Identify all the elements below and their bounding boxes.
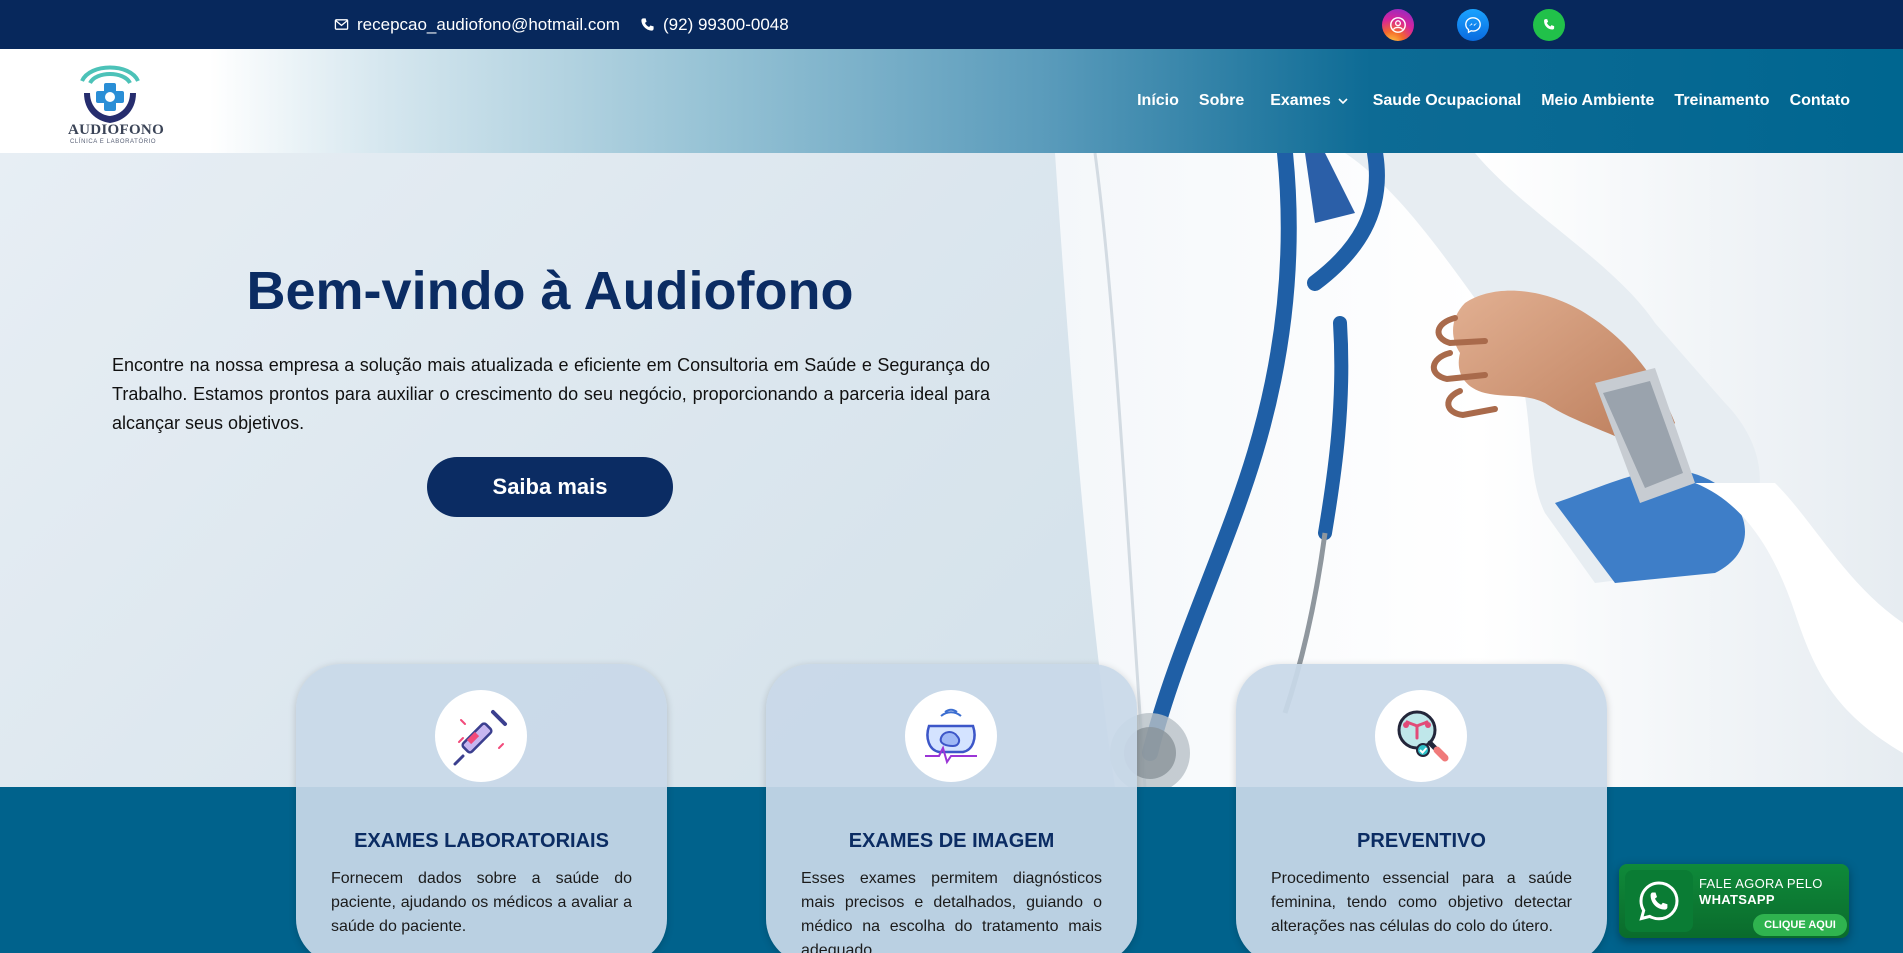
nav-label[interactable]: Início xyxy=(1137,92,1179,110)
ultrasound-icon xyxy=(905,690,997,782)
nav-label[interactable]: Sobre xyxy=(1199,92,1244,110)
mail-icon xyxy=(334,19,349,30)
nav-label[interactable]: Saude Ocupacional xyxy=(1373,92,1521,110)
nav-label[interactable]: Treinamento xyxy=(1674,92,1769,110)
phone-contact[interactable]: (92) 99300-0048 xyxy=(640,0,789,49)
phone-text[interactable]: (92) 99300-0048 xyxy=(663,15,789,35)
nav-sobre[interactable]: Sobre xyxy=(1189,92,1254,110)
chevron-down-icon[interactable] xyxy=(1337,95,1349,107)
phone-icon xyxy=(641,18,654,31)
whatsapp-icon[interactable] xyxy=(1533,9,1565,41)
card-title: EXAMES DE IMAGEM xyxy=(848,830,1055,852)
nav-contato[interactable]: Contato xyxy=(1780,92,1860,110)
card-description: Esses exames permitem diagnósticos mais … xyxy=(801,870,1102,953)
nav-label[interactable]: Meio Ambiente xyxy=(1541,92,1654,110)
logo-subtitle: CLÍNICA E LABORATÓRIO xyxy=(70,139,157,145)
messenger-icon[interactable] xyxy=(1457,9,1489,41)
main-nav: Início Sobre Exames Saude Ocupacional Me… xyxy=(1127,49,1860,153)
clique-aqui-button[interactable]: CLIQUE AQUI xyxy=(1753,914,1847,936)
card-exames-laboratoriais[interactable]: EXAMES LABORATORIAIS Fornecem dados sobr… xyxy=(296,664,667,953)
card-description: Procedimento essencial para a saúde femi… xyxy=(1271,870,1572,935)
instagram-icon[interactable] xyxy=(1382,9,1414,41)
nav-inicio[interactable]: Início xyxy=(1127,92,1189,110)
nav-meio-ambiente[interactable]: Meio Ambiente xyxy=(1531,92,1664,110)
email-contact[interactable]: recepcao_audiofono@hotmail.com xyxy=(334,0,620,49)
card-title: PREVENTIVO xyxy=(1357,830,1486,852)
uterus-magnifier-icon xyxy=(1375,690,1467,782)
email-text[interactable]: recepcao_audiofono@hotmail.com xyxy=(357,15,620,35)
saiba-mais-button[interactable]: Saiba mais xyxy=(427,457,673,517)
nav-exames[interactable]: Exames xyxy=(1254,92,1363,110)
hero-description: Encontre na nossa empresa a solução mais… xyxy=(112,355,990,433)
whatsapp-widget-line2: WHATSAPP xyxy=(1699,892,1775,907)
hero-title: Bem-vindo à Audiofono xyxy=(246,261,854,321)
card-exames-de-imagem[interactable]: EXAMES DE IMAGEM Esses exames permitem d… xyxy=(766,664,1137,953)
whatsapp-icon[interactable] xyxy=(1625,870,1693,932)
nav-label[interactable]: Exames xyxy=(1270,92,1331,110)
nav-treinamento[interactable]: Treinamento xyxy=(1664,92,1779,110)
nav-saude-ocupacional[interactable]: Saude Ocupacional xyxy=(1363,92,1531,110)
whatsapp-float-button[interactable]: FALE AGORA PELO WHATSAPP CLIQUE AQUI xyxy=(1619,864,1849,938)
card-title: EXAMES LABORATORIAIS xyxy=(354,830,609,852)
card-description: Fornecem dados sobre a saúde do paciente… xyxy=(331,870,632,935)
site-header: AUDIOFONO CLÍNICA E LABORATÓRIO Início S… xyxy=(0,49,1903,153)
card-preventivo[interactable]: PREVENTIVO Procedimento essencial para a… xyxy=(1236,664,1607,953)
top-bar: recepcao_audiofono@hotmail.com (92) 9930… xyxy=(0,0,1903,49)
nav-label[interactable]: Contato xyxy=(1790,92,1850,110)
whatsapp-widget-line1: FALE AGORA PELO xyxy=(1699,876,1823,891)
syringe-icon xyxy=(435,690,527,782)
logo-text: AUDIOFONO xyxy=(68,122,165,138)
